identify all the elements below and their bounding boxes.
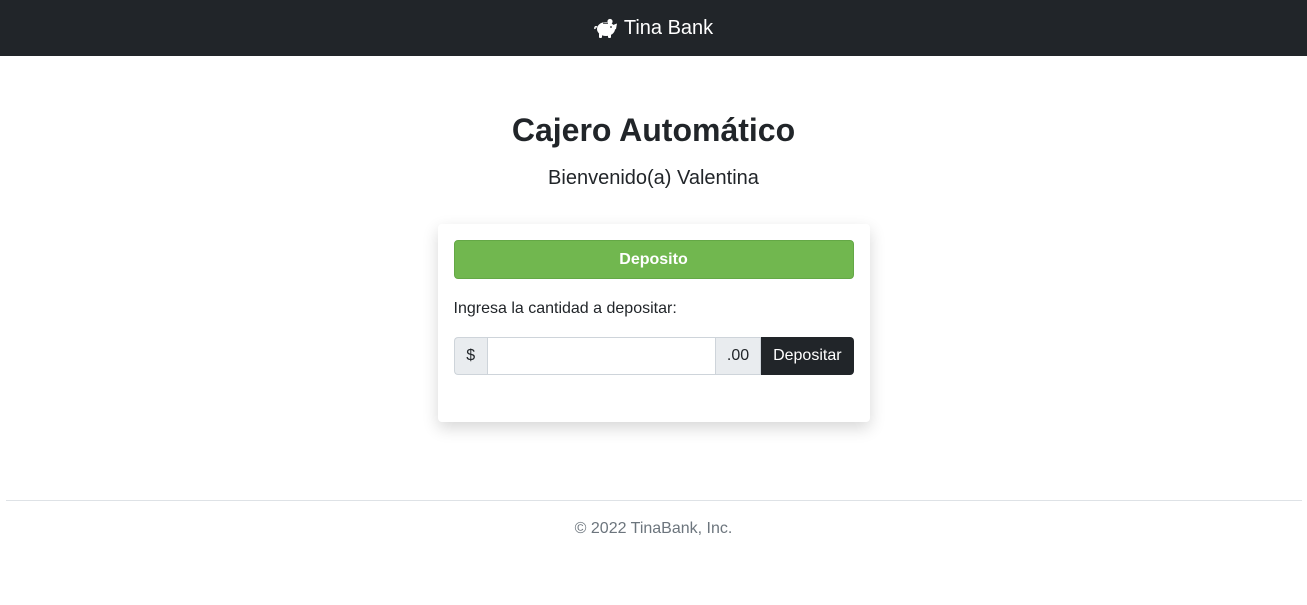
decimal-suffix: .00 (715, 337, 762, 375)
brand-link[interactable]: Tina Bank (594, 17, 713, 40)
brand-name: Tina Bank (623, 16, 714, 39)
amount-input[interactable] (486, 337, 716, 375)
navbar: Tina Bank (0, 0, 1307, 56)
welcome-message: Bienvenido(a) Valentina (548, 167, 759, 189)
piggy-bank-icon (594, 17, 618, 39)
footer-copyright: © 2022 TinaBank, Inc. (574, 520, 733, 537)
deposit-card: Deposito Ingresa la cantidad a depositar… (437, 224, 870, 422)
currency-prefix: $ (453, 337, 487, 375)
deposit-button[interactable]: Depositar (761, 337, 854, 375)
amount-label: Ingresa la cantidad a depositar: (453, 300, 677, 317)
footer: © 2022 TinaBank, Inc. (0, 520, 1307, 538)
amount-input-group: $ .00 Depositar (453, 337, 854, 375)
page-title: Cajero Automático (511, 112, 796, 148)
footer-divider (6, 500, 1302, 501)
deposit-tab-button[interactable]: Deposito (453, 240, 854, 279)
main-content: Cajero Automático Bienvenido(a) Valentin… (0, 56, 1307, 422)
